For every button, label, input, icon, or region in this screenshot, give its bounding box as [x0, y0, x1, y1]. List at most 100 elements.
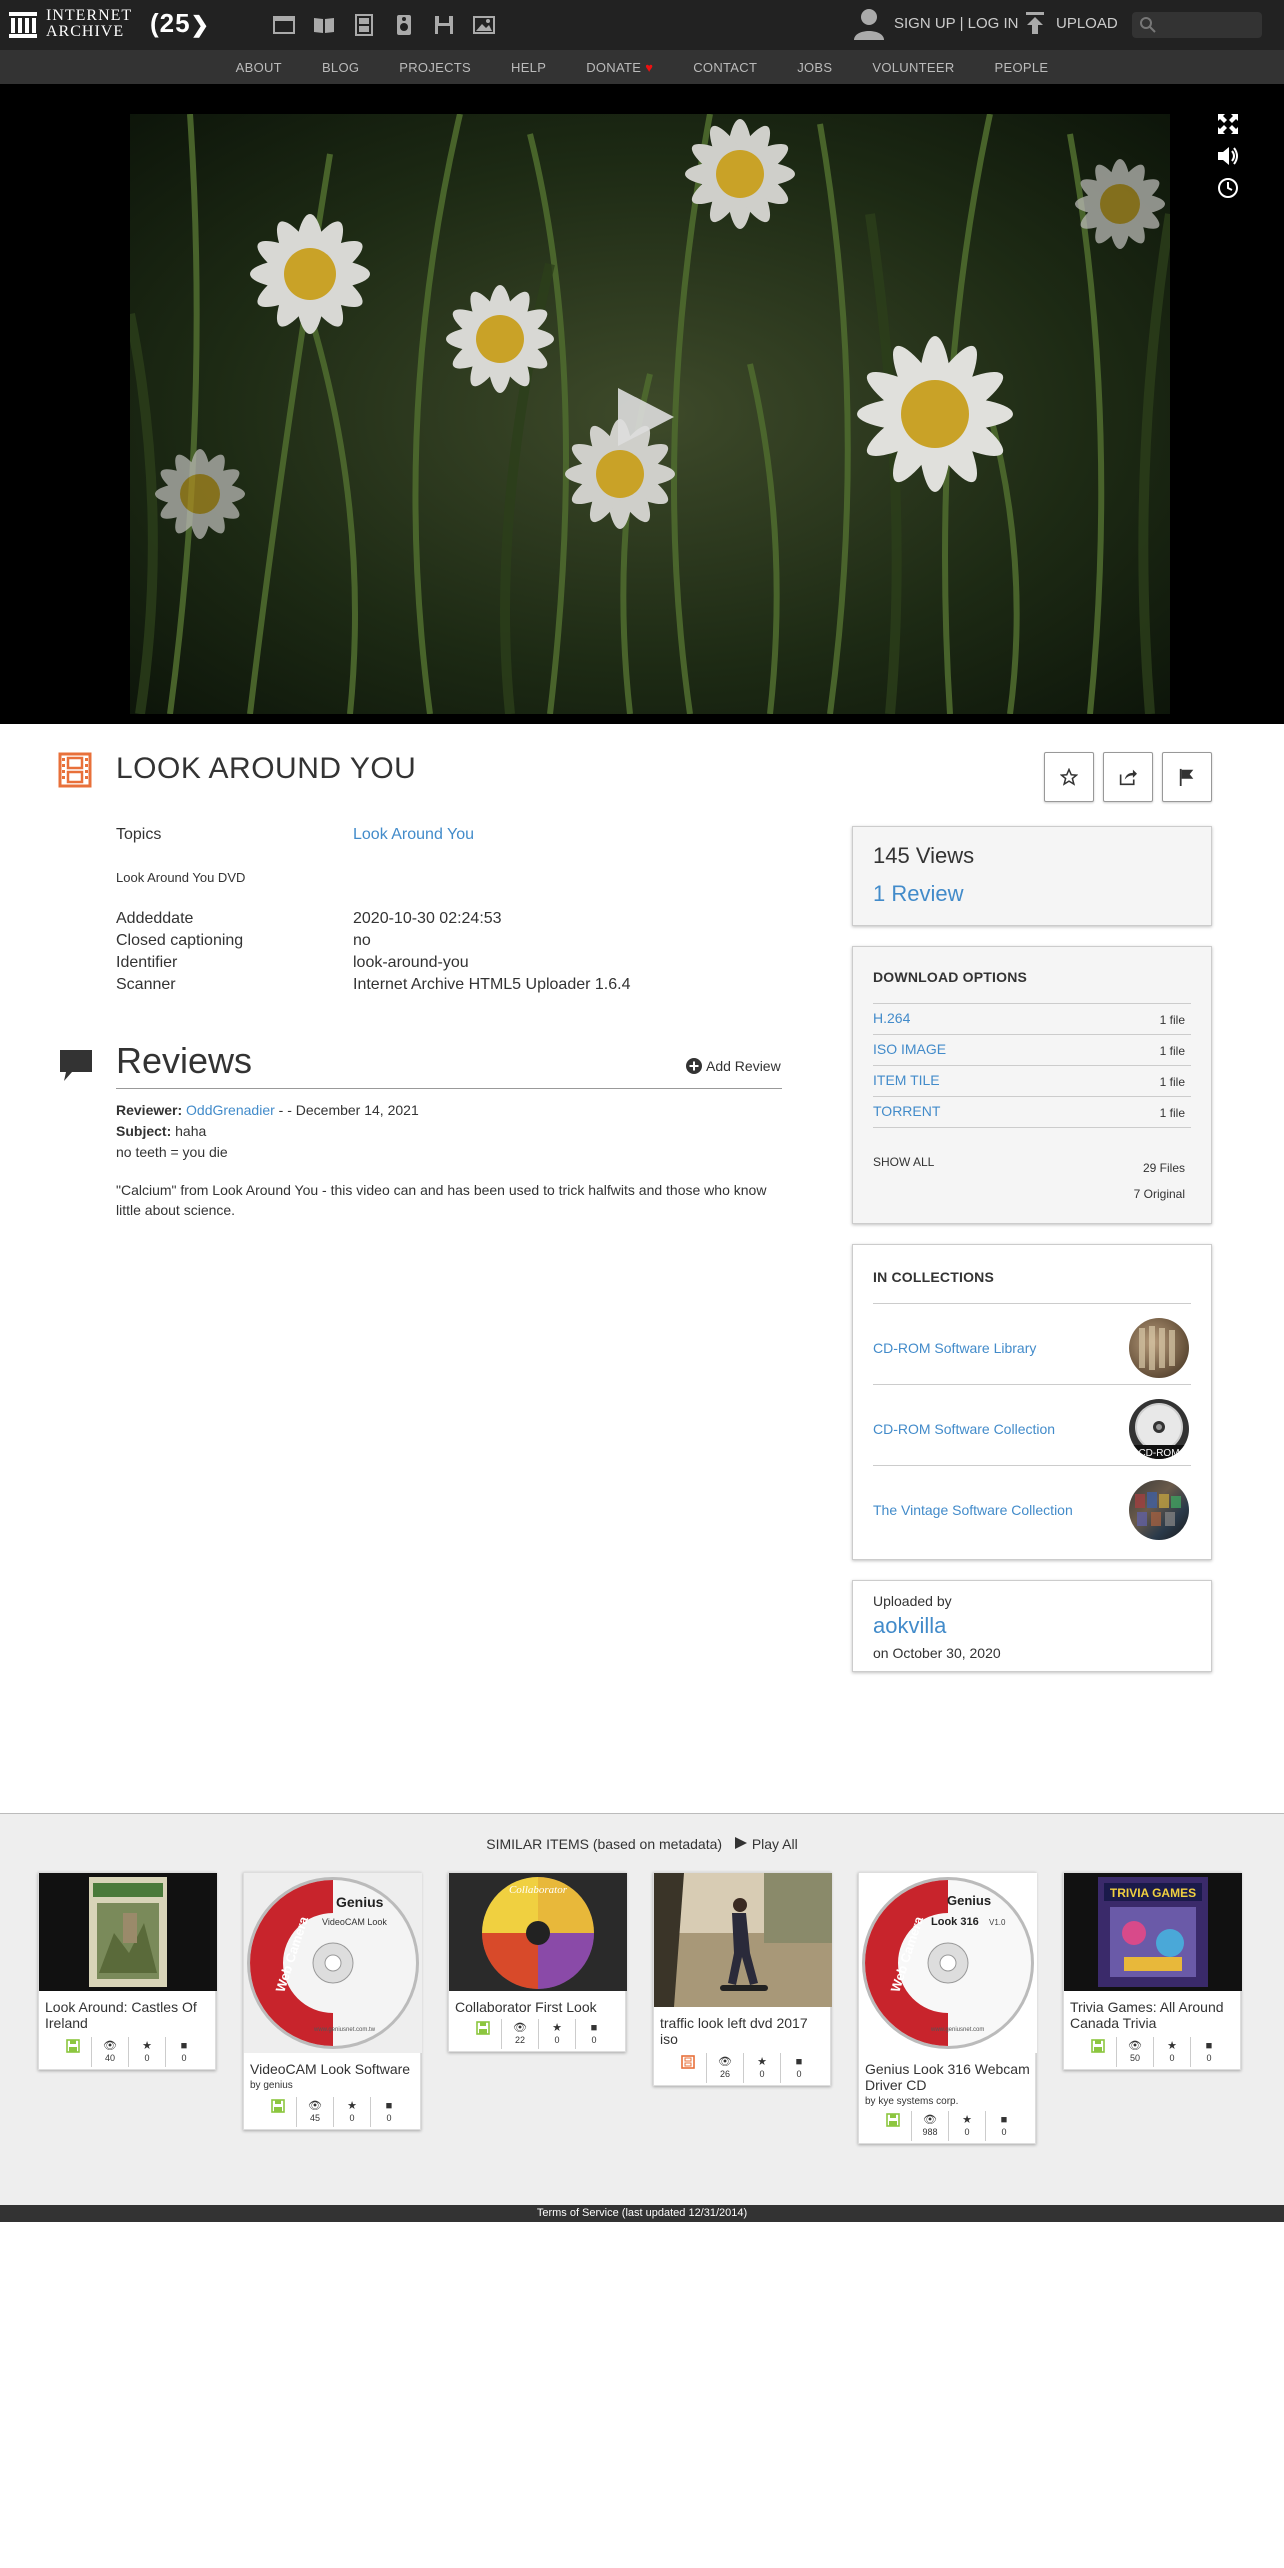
play-all-button[interactable]: Play All: [734, 1836, 798, 1852]
tile-stats: 👁 988 ★ 0 ■ 0: [859, 2111, 1037, 2141]
collections-heading: IN COLLECTIONS: [873, 1269, 995, 1285]
nav-jobs[interactable]: JOBS: [777, 60, 852, 75]
collection-thumbnail[interactable]: [1129, 1318, 1189, 1378]
tile-reviews: 0: [181, 2053, 187, 2063]
nav-projects[interactable]: PROJECTS: [379, 60, 491, 75]
similar-item-tile[interactable]: Collaborator Collaborator First Look 👁 22…: [448, 1872, 627, 2052]
download-row[interactable]: ITEM TILE 1 file: [873, 1065, 1191, 1096]
tile-stats: 👁 40 ★ 0 ■ 0: [39, 2037, 217, 2067]
movie-film-icon: [58, 752, 92, 788]
video-icon[interactable]: [352, 13, 376, 37]
download-link-iso[interactable]: ISO IMAGE: [873, 1041, 946, 1057]
collection-row[interactable]: The Vintage Software Collection: [873, 1465, 1191, 1546]
flag-button[interactable]: [1162, 752, 1212, 802]
download-link-item-tile[interactable]: ITEM TILE: [873, 1072, 940, 1088]
reviews-divider: [116, 1088, 782, 1089]
download-row[interactable]: ISO IMAGE 1 file: [873, 1034, 1191, 1065]
topics-link[interactable]: Look Around You: [353, 826, 474, 844]
eye-icon: 👁: [1128, 2040, 1142, 2052]
show-all-link[interactable]: SHOW ALL: [873, 1155, 934, 1169]
tile-thumbnail[interactable]: Genius Look 316 V1.0 Web Camera www.geni…: [859, 1873, 1037, 2053]
similar-item-tile[interactable]: TRIVIA GAMES Trivia Games: All Around Ca…: [1063, 1872, 1242, 2070]
reviews-heading: Reviews: [116, 1040, 253, 1081]
volume-icon[interactable]: [1216, 144, 1240, 168]
footer-terms-link[interactable]: Terms of Service (last updated 12/31/201…: [0, 2205, 1284, 2222]
similar-item-tile[interactable]: Look Around: Castles Of Ireland 👁 40 ★ 0 ■…: [38, 1872, 217, 2070]
web-icon[interactable]: [272, 13, 296, 37]
collection-thumbnail[interactable]: CD-ROM: [1129, 1399, 1189, 1459]
tile-thumbnail[interactable]: [654, 1873, 832, 2007]
software-icon[interactable]: [432, 13, 456, 37]
uploader-link[interactable]: aokvilla: [873, 1613, 946, 1639]
tile-title[interactable]: traffic look left dvd 2017 iso: [660, 2015, 826, 2047]
play-icon[interactable]: [612, 384, 678, 450]
tile-title[interactable]: Trivia Games: All Around Canada Trivia: [1070, 1999, 1236, 2031]
internet-archive-logo[interactable]: INTERNET ARCHIVE: [8, 8, 132, 40]
nav-volunteer[interactable]: VOLUNTEER: [852, 60, 974, 75]
tile-title[interactable]: Genius Look 316 Webcam Driver CD: [865, 2061, 1031, 2093]
clock-icon[interactable]: [1216, 176, 1240, 200]
download-link-h264[interactable]: H.264: [873, 1010, 910, 1026]
cdrom-thumb-text: CD-ROM: [1138, 1448, 1179, 1459]
audio-icon[interactable]: [392, 13, 416, 37]
tile-title[interactable]: Collaborator First Look: [455, 1999, 621, 2015]
similar-item-tile[interactable]: Genius Look 316 V1.0 Web Camera www.geni…: [858, 1872, 1037, 2144]
nav-people[interactable]: PEOPLE: [975, 60, 1069, 75]
download-count: 1 file: [1159, 1044, 1185, 1058]
add-review-button[interactable]: Add Review: [686, 1058, 781, 1074]
signup-login-link[interactable]: SIGN UP | LOG IN: [894, 15, 1018, 32]
tile-title[interactable]: VideoCAM Look Software: [250, 2061, 416, 2077]
similar-item-tile[interactable]: Genius VideoCAM Look Web Camera www.geni…: [243, 1872, 422, 2130]
download-options-heading: DOWNLOAD OPTIONS: [873, 969, 1028, 985]
upload-link[interactable]: UPLOAD: [1024, 10, 1118, 36]
fullscreen-icon[interactable]: [1216, 112, 1240, 136]
tile-thumbnail[interactable]: TRIVIA GAMES: [1064, 1873, 1242, 1991]
tile-thumbnail[interactable]: [39, 1873, 217, 1991]
eye-icon: 👁: [513, 2022, 527, 2034]
nav-blog[interactable]: BLOG: [302, 60, 379, 75]
tile-stats: 👁 26 ★ 0 ■ 0: [654, 2053, 832, 2083]
share-icon: [1119, 769, 1137, 786]
nav-contact[interactable]: CONTACT: [673, 60, 777, 75]
reviewer-link[interactable]: OddGrenadier: [186, 1102, 275, 1118]
collection-link-cdrom-library[interactable]: CD-ROM Software Library: [873, 1340, 1036, 1356]
similar-item-tile[interactable]: traffic look left dvd 2017 iso 👁 26 ★ 0 ■ 0: [653, 1872, 832, 2086]
collection-row[interactable]: CD-ROM Software Collection CD-ROM: [873, 1384, 1191, 1465]
eye-icon: 👁: [718, 2056, 732, 2068]
tile-thumbnail[interactable]: Genius VideoCAM Look Web Camera www.geni…: [244, 1873, 422, 2053]
nav-help[interactable]: HELP: [491, 60, 566, 75]
meta-label-scanner: Scanner: [116, 976, 176, 993]
tile-reviews: 0: [1001, 2127, 1007, 2137]
meta-value-closed-captioning: no: [353, 932, 371, 949]
texts-icon[interactable]: [312, 13, 336, 37]
collection-link-cdrom-collection[interactable]: CD-ROM Software Collection: [873, 1421, 1055, 1437]
share-button[interactable]: [1103, 752, 1153, 802]
collection-thumbnail[interactable]: [1129, 1480, 1189, 1540]
download-row[interactable]: TORRENT 1 file: [873, 1096, 1191, 1127]
video-player[interactable]: [0, 84, 1284, 724]
tile-thumbnail[interactable]: Collaborator: [449, 1873, 627, 1991]
software-icon: [885, 2113, 900, 2127]
download-count: 1 file: [1159, 1013, 1185, 1027]
account-links[interactable]: SIGN UP | LOG IN: [852, 6, 1018, 40]
tile-title[interactable]: Look Around: Castles Of Ireland: [45, 1999, 211, 2031]
favorite-button[interactable]: [1044, 752, 1094, 802]
software-icon: [65, 2039, 80, 2053]
tile-reviews: 0: [1206, 2053, 1212, 2063]
nav-about[interactable]: ABOUT: [216, 60, 302, 75]
chevron-right-icon: ❯: [190, 12, 211, 37]
nav-donate[interactable]: DONATE ♥: [566, 60, 673, 75]
collection-row[interactable]: CD-ROM Software Library: [873, 1303, 1191, 1384]
comment-icon: ■: [1000, 2114, 1008, 2126]
main-nav: ABOUT BLOG PROJECTS HELP DONATE ♥ CONTACT…: [0, 50, 1284, 84]
anniversary-badge[interactable]: (25❯: [150, 8, 210, 39]
download-link-torrent[interactable]: TORRENT: [873, 1103, 940, 1119]
download-row[interactable]: H.264 1 file: [873, 1003, 1191, 1034]
page-title: LOOK AROUND YOU: [116, 752, 417, 785]
star-icon: ★: [962, 2114, 972, 2126]
images-icon[interactable]: [472, 13, 496, 37]
search-input[interactable]: [1132, 12, 1262, 38]
collection-link-vintage-software[interactable]: The Vintage Software Collection: [873, 1502, 1073, 1518]
review-count-link[interactable]: 1 Review: [873, 881, 963, 907]
tile-views: 50: [1129, 2053, 1140, 2063]
